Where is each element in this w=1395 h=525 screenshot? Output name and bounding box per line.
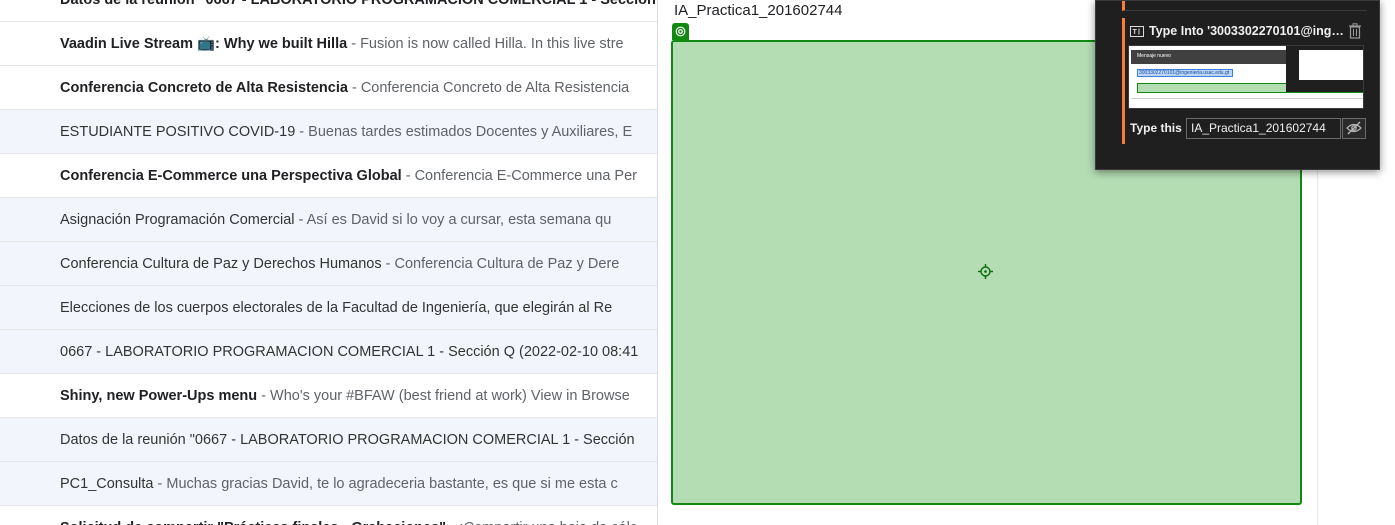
mail-snippet: ¡Compartir una hoja de cálc <box>459 520 637 525</box>
target-label: IA_Practica1_201602744 <box>674 2 843 19</box>
mail-row[interactable]: Vaadin Live Stream 📺: Why we built Hilla… <box>0 22 660 66</box>
mail-separator: - <box>153 476 167 492</box>
mail-snippet: Muchas gracias David, te lo agradeceria … <box>166 476 618 492</box>
mail-row[interactable]: ESTUDIANTE POSITIVO COVID-19 - Buenas ta… <box>0 110 660 154</box>
mail-row[interactable]: Datos de la reunión "0667 - LABORATORIO … <box>0 418 660 462</box>
mail-subject: ESTUDIANTE POSITIVO COVID-19 <box>60 124 296 140</box>
mail-separator: - <box>347 80 361 96</box>
mail-row[interactable]: Conferencia Concreto de Alta Resistencia… <box>0 66 660 110</box>
mail-subject: Vaadin Live Stream 📺: Why we built Hilla <box>60 36 348 52</box>
mail-row[interactable]: 0667 - LABORATORIO PROGRAMACION COMERCIA… <box>0 330 660 374</box>
eye-off-icon[interactable] <box>1342 117 1366 139</box>
mail-subject: Conferencia E-Commerce una Perspectiva G… <box>60 168 402 184</box>
mail-row[interactable]: Shiny, new Power-Ups menu - Who's your #… <box>0 374 660 418</box>
mail-separator: - <box>347 36 361 52</box>
mail-snippet: Conferencia Cultura de Paz y Dere <box>394 256 620 272</box>
activity-title: Type Into '3003302270101@ingen... <box>1149 24 1349 38</box>
mail-snippet: Conferencia Concreto de Alta Resistencia <box>360 80 630 96</box>
mail-separator: - <box>257 388 271 404</box>
mail-separator: - <box>401 168 415 184</box>
mail-row[interactable]: PC1_Consulta - Muchas gracias David, te … <box>0 462 660 506</box>
type-this-label: Type this <box>1130 121 1182 135</box>
mail-row[interactable]: Conferencia E-Commerce una Perspectiva G… <box>0 154 660 198</box>
mail-separator: - <box>294 212 307 228</box>
anchor-icon[interactable] <box>672 23 689 40</box>
mail-separator: - <box>446 520 459 525</box>
mail-subject: PC1_Consulta <box>60 476 154 492</box>
thumb-field-text: 3003302270101@ingenieria.usac.edu.gt <box>1139 70 1230 76</box>
mail-subject: Asignación Programación Comercial <box>60 212 295 228</box>
thumb-popup-inner <box>1299 50 1363 80</box>
mail-snippet: Así es David si lo voy a cursar, esta se… <box>306 212 612 228</box>
type-this-row: Type this <box>1130 117 1370 139</box>
type-into-icon: T <box>1130 26 1144 37</box>
mail-subject: Solicitud de compartir "Prácticas finale… <box>60 520 446 525</box>
mail-separator: - <box>295 124 309 140</box>
activity-header[interactable]: T Type Into '3003302270101@ingen... <box>1130 21 1370 41</box>
mail-list: Datos de la reunión "0667 - LABORATORIO … <box>0 0 660 525</box>
mail-row[interactable]: Elecciones de los cuerpos electorales de… <box>0 286 660 330</box>
mail-snippet: Fusion is now called Hilla. In this live… <box>360 36 624 52</box>
type-this-input[interactable] <box>1186 117 1341 139</box>
mail-subject: 0667 - LABORATORIO PROGRAMACION COMERCIA… <box>60 344 639 360</box>
mail-row[interactable]: Datos de la reunión "0667 - LABORATORIO … <box>0 0 660 22</box>
thumb-window-title: Mensaje nuevo <box>1137 53 1171 59</box>
mail-subject: Shiny, new Power-Ups menu <box>60 388 258 404</box>
mail-row[interactable]: Solicitud de compartir "Prácticas finale… <box>0 506 660 525</box>
previous-activity-edge <box>1122 1 1367 11</box>
mail-subject: Elecciones de los cuerpos electorales de… <box>60 300 613 316</box>
activity-accent-bar <box>1122 18 1125 144</box>
mail-subject: Datos de la reunión "0667 - LABORATORIO … <box>60 0 656 8</box>
mail-subject: Datos de la reunión "0667 - LABORATORIO … <box>60 432 635 448</box>
mail-snippet: Buenas tardes estimados Docentes y Auxil… <box>308 124 633 140</box>
mail-row[interactable]: Asignación Programación Comercial - Así … <box>0 198 660 242</box>
type-into-activity-card[interactable]: T Type Into '3003302270101@ingen... Mens… <box>1095 0 1380 170</box>
mail-separator: - <box>381 256 395 272</box>
thumb-divider <box>1131 98 1363 99</box>
trash-icon[interactable] <box>1348 23 1362 39</box>
mail-snippet: Conferencia E-Commerce una Per <box>414 168 637 184</box>
crosshair-icon[interactable] <box>978 264 993 279</box>
svg-text:T: T <box>1133 29 1138 36</box>
mail-snippet: Who's your #BFAW (best friend at work) V… <box>270 388 630 404</box>
mail-subject: Conferencia Cultura de Paz y Derechos Hu… <box>60 256 382 272</box>
mail-subject: Conferencia Concreto de Alta Resistencia <box>60 80 348 96</box>
mail-row[interactable]: Conferencia Cultura de Paz y Derechos Hu… <box>0 242 660 286</box>
target-screenshot-thumbnail[interactable]: Mensaje nuevo 3003302270101@ingenieria.u… <box>1128 45 1364 109</box>
